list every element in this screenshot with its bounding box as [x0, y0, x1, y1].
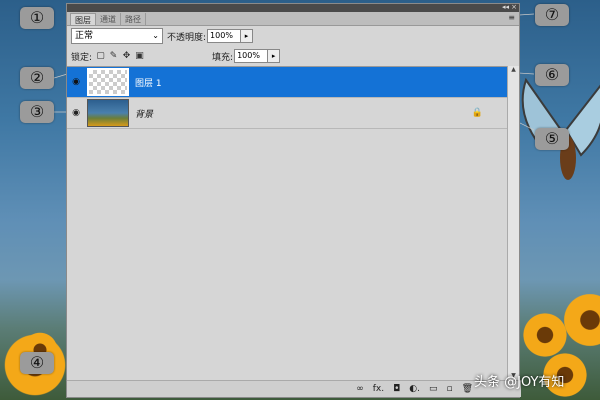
layer-style-icon[interactable]: fx. [373, 384, 384, 394]
fill-slider-arrow-icon[interactable]: ▸ [268, 49, 281, 63]
lock-position-move-icon[interactable]: ✥ [122, 51, 131, 61]
lock-options: ▢ ✎ ✥ ▣ [96, 51, 144, 61]
layer-thumbnail-transparent [87, 68, 129, 96]
watermark: 头条 @JOY有知 [474, 375, 565, 390]
callout-3: ③ [20, 101, 54, 123]
link-layers-icon[interactable]: ∞ [356, 384, 364, 394]
panel-menu-icon[interactable]: ≡ [508, 13, 515, 22]
callout-2: ② [20, 67, 54, 89]
adjustment-layer-icon[interactable]: ◐. [409, 384, 420, 394]
layer-name: 背景 [135, 109, 154, 120]
blend-opacity-row: 正常 ⌄ 不透明度: 100% ▸ [67, 26, 519, 46]
lock-pixels-brush-icon[interactable]: ✎ [109, 51, 118, 61]
fill-input[interactable]: 100% [234, 49, 269, 63]
opacity-label: 不透明度: [167, 32, 207, 43]
panel-footer-toolbar: ∞ fx. ◘ ◐. ▭ ▫ 🗑 [67, 380, 521, 397]
tab-paths[interactable]: 路径 [121, 13, 146, 25]
layer-row-background[interactable]: ◉ 背景 🔒 [67, 98, 509, 129]
lock-label: 锁定: [71, 52, 93, 63]
collapse-panel-icon[interactable]: ◂◂ [502, 3, 509, 12]
fill-label: 填充: [212, 52, 234, 63]
visibility-eye-icon[interactable]: ◉ [67, 77, 85, 87]
callout-7: ⑦ [535, 4, 569, 26]
blend-mode-value: 正常 [75, 31, 94, 41]
new-layer-icon[interactable]: ▫ [446, 384, 452, 394]
tab-channels[interactable]: 通道 [96, 13, 121, 25]
panel-titlebar: ◂◂ × [67, 3, 519, 12]
layer-name: 图层 1 [135, 78, 162, 89]
group-icon[interactable]: ▭ [429, 384, 438, 394]
layers-panel: ◂◂ × 图层 通道 路径 ≡ 正常 ⌄ 不透明度: 100% ▸ 锁定: ▢ … [66, 3, 521, 398]
lock-transparency-icon[interactable]: ▢ [96, 51, 105, 61]
scroll-up-icon[interactable]: ▲ [508, 66, 519, 76]
visibility-eye-icon[interactable]: ◉ [67, 108, 85, 118]
layers-scrollbar[interactable]: ▲ ▼ [507, 66, 519, 382]
delete-layer-icon[interactable]: 🗑 [462, 384, 473, 394]
callout-4: ④ [20, 352, 54, 374]
layer-thumbnail-photo [87, 99, 129, 127]
opacity-input[interactable]: 100% [207, 29, 242, 43]
add-mask-icon[interactable]: ◘ [393, 384, 400, 394]
layer-row-layer1[interactable]: ◉ 图层 1 [67, 67, 509, 98]
lock-icon: 🔒 [471, 108, 483, 118]
lock-fill-row: 锁定: ▢ ✎ ✥ ▣ 填充: 100% ▸ [67, 46, 519, 66]
opacity-slider-arrow-icon[interactable]: ▸ [241, 29, 254, 43]
chevron-down-icon: ⌄ [152, 31, 159, 40]
layers-list: ◉ 图层 1 ◉ 背景 🔒 [67, 66, 509, 382]
tab-layers[interactable]: 图层 [70, 13, 96, 25]
callout-6: ⑥ [535, 64, 569, 86]
callout-5: ⑤ [535, 128, 569, 150]
callout-1: ① [20, 7, 54, 29]
blend-mode-select[interactable]: 正常 ⌄ [71, 28, 163, 44]
close-panel-icon[interactable]: × [511, 3, 517, 12]
lock-all-icon[interactable]: ▣ [135, 51, 144, 61]
panel-tabs: 图层 通道 路径 ≡ [67, 12, 519, 26]
